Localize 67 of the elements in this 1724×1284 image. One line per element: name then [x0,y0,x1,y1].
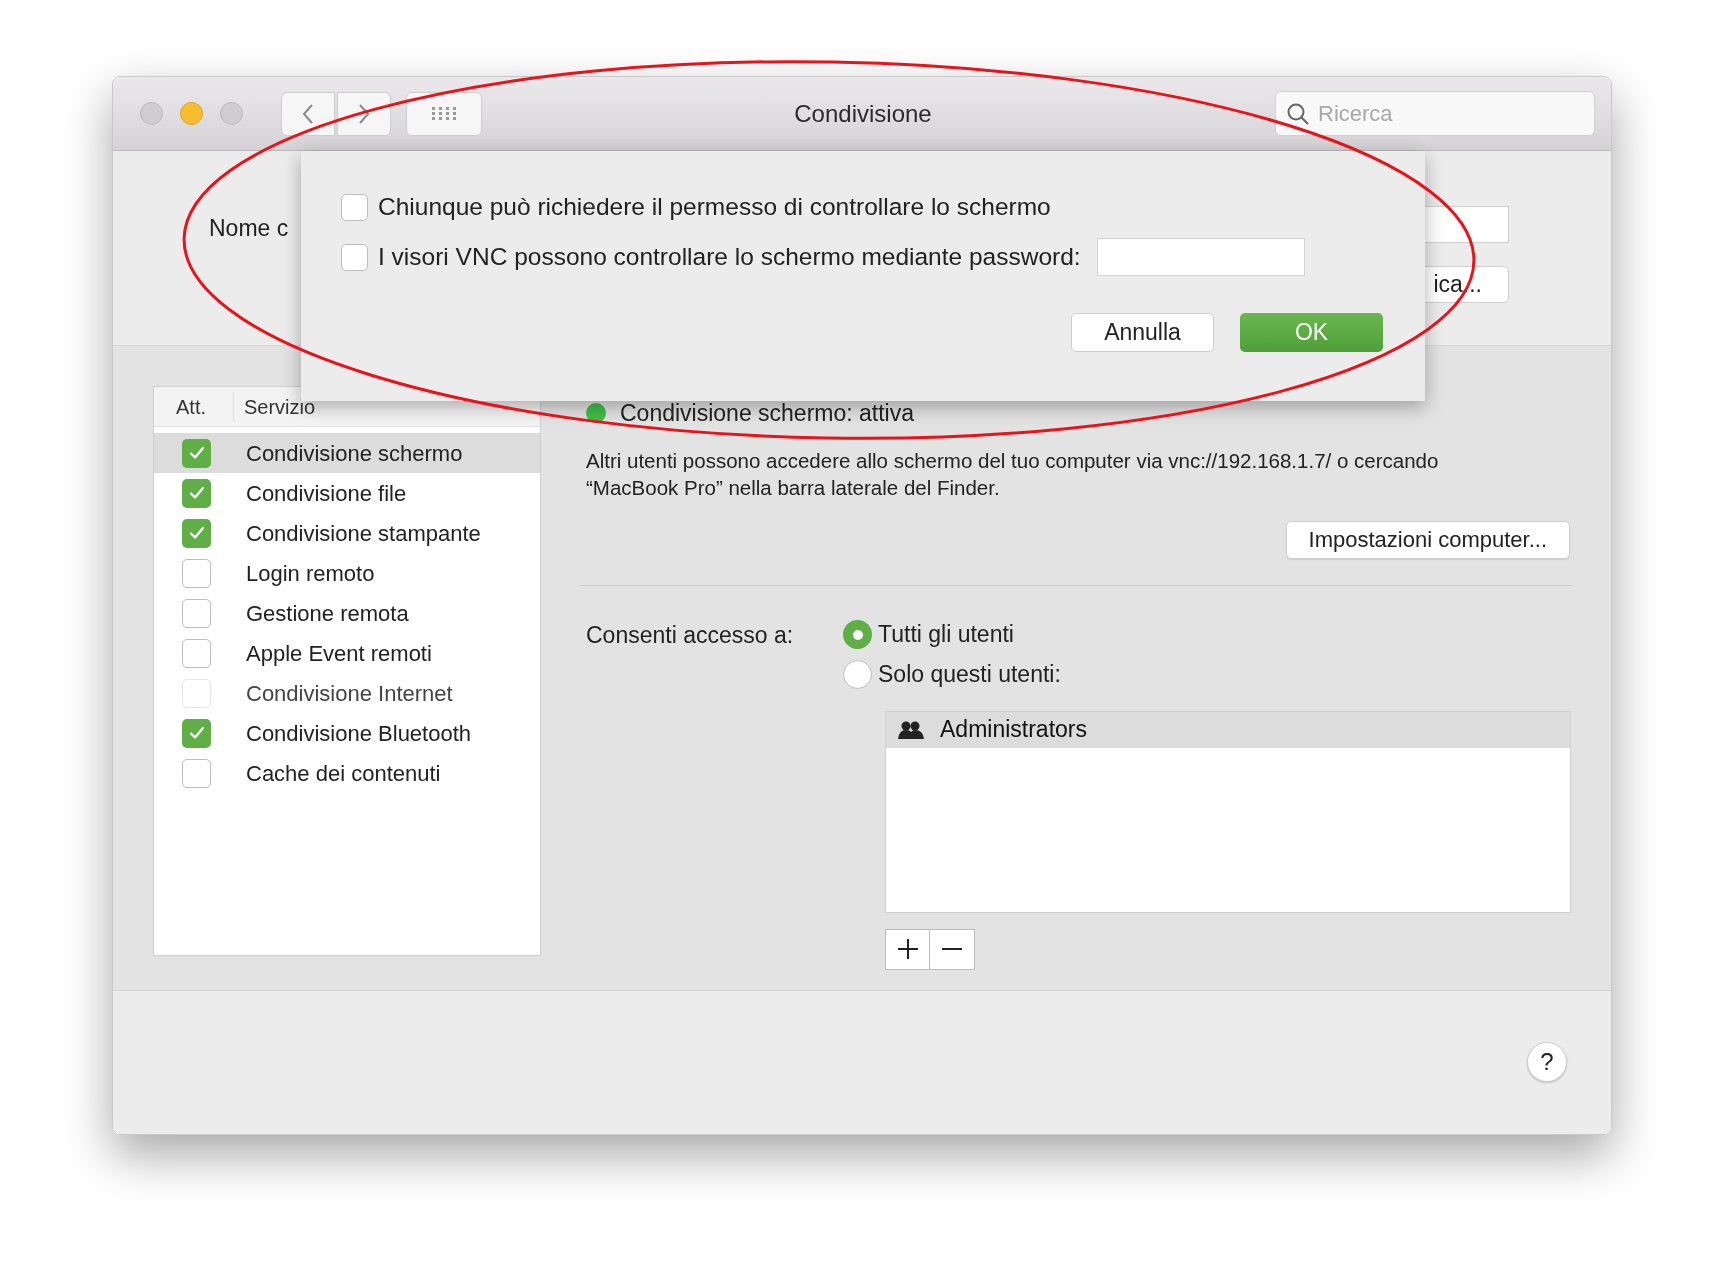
field-label: Nome c [209,214,289,239]
remove-button[interactable] [930,928,975,970]
search-icon [1286,101,1310,126]
window-title: Condivisione [793,98,933,129]
checkmark-icon [187,444,206,462]
access-label: Consenti accesso a: [586,620,795,650]
checkmark-icon [187,484,206,502]
service-row[interactable]: Apple Event remoti [154,633,540,673]
option-label: I visori VNC possono controllare lo schermo mediante password: [378,241,1081,272]
computer-settings-button[interactable]: Impostazioni computer... [1285,520,1570,559]
password-field[interactable] [1096,238,1305,276]
service-name: Gestione remota [246,599,409,628]
service-row[interactable]: Gestione remota [154,593,540,633]
checkbox[interactable] [182,718,211,748]
status-text: Condivisione schermo: attiva [620,399,915,428]
radio-button[interactable] [843,620,872,649]
service-row[interactable]: Condivisione Bluetooth [154,713,540,753]
checkbox[interactable] [182,638,211,668]
checkbox[interactable] [182,558,211,588]
back-button[interactable] [281,91,335,136]
option-label: Chiunque può richiedere il permesso di controllare lo schermo [378,191,1051,222]
checkbox[interactable] [182,598,211,628]
grid-icon [431,107,457,120]
group-icon [898,719,924,740]
service-name: Condivisione Internet [246,679,453,708]
service-name: Cache dei contenuti [246,759,441,788]
zoom-button[interactable] [220,102,243,125]
cancel-button[interactable]: Annulla [1071,313,1214,352]
column-header: Att. [154,391,234,422]
column-header: Servizio [243,394,316,420]
checkbox[interactable] [341,243,368,271]
user-name: Administrators [940,715,1087,745]
radio-label: Solo questi utenti: [878,660,1061,690]
radio-label: Tutti gli utenti [878,620,1014,650]
checkbox[interactable] [182,518,211,548]
checkbox[interactable] [182,758,211,788]
plus-icon [896,938,919,960]
add-button[interactable] [885,928,930,970]
chevron-right-icon [357,102,371,125]
service-row[interactable]: Login remoto [154,553,540,593]
service-row[interactable]: Condivisione schermo [154,433,540,473]
service-row[interactable]: Condivisione file [154,473,540,513]
radio-button[interactable] [843,660,872,689]
forward-button[interactable] [337,91,391,136]
search-field[interactable]: Ricerca [1275,91,1595,136]
chevron-left-icon [301,102,315,125]
checkbox[interactable] [182,478,211,508]
service-name: Apple Event remoti [246,639,432,668]
show-all-button[interactable] [406,91,482,136]
service-name: Condivisione Bluetooth [246,719,472,748]
service-name: Condivisione file [246,479,407,508]
service-name: Condivisione stampante [246,519,481,548]
checkmark-icon [187,524,206,542]
service-name: Login remoto [246,559,375,588]
help-button[interactable]: ? [1527,1042,1567,1082]
service-name: Condivisione schermo [246,439,463,468]
user-row[interactable]: Administrators [886,711,1570,748]
description-text: Altri utenti possono accedere allo schermo del tuo computer via vnc://192.168.1.7/ o cercando “MacBook Pro” nella barra laterale del Finder. [586,447,1440,501]
close-button[interactable] [140,102,163,125]
checkbox[interactable] [341,193,368,221]
minimize-button[interactable] [180,102,203,125]
checkbox[interactable] [182,438,211,468]
checkmark-icon [187,724,206,742]
service-row[interactable]: Condivisione stampante [154,513,540,553]
service-row[interactable]: Cache dei contenuti [154,753,540,793]
search-input[interactable]: Ricerca [1318,97,1584,130]
minus-icon [941,947,963,951]
